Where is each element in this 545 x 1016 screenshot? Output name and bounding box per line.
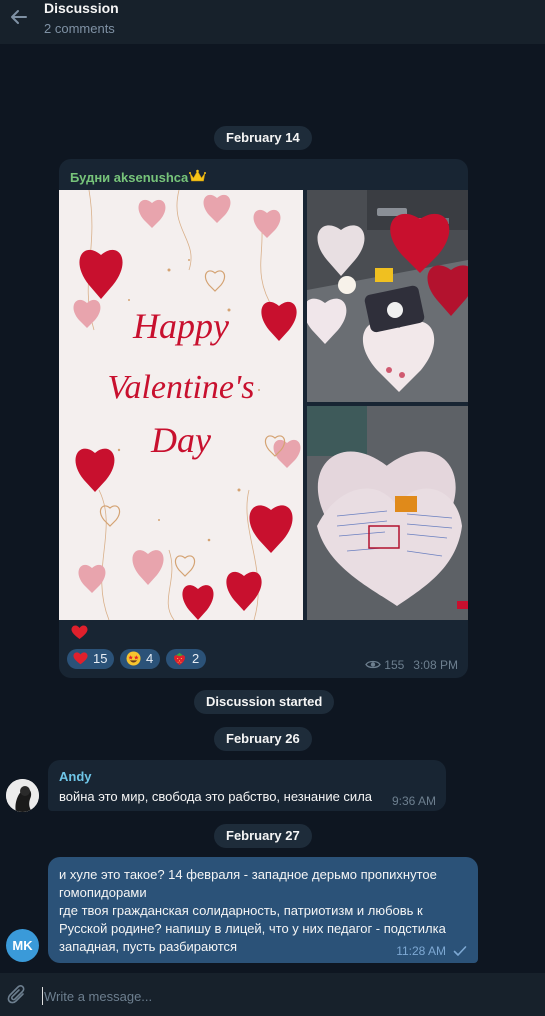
message-input-wrapper bbox=[42, 985, 524, 1007]
crown-emoji-icon bbox=[189, 169, 207, 182]
channel-post: Будни aksenushca Happy Valentine's Day 1… bbox=[59, 159, 468, 678]
message-composer bbox=[0, 973, 545, 1016]
post-meta: 155 3:08 PM bbox=[365, 658, 458, 672]
red-heart-icon bbox=[73, 652, 88, 665]
red-heart-icon bbox=[71, 625, 88, 639]
date-separator-feb27: February 27 bbox=[214, 824, 312, 848]
avatar-mk[interactable]: MK bbox=[6, 929, 39, 962]
message-author[interactable]: Andy bbox=[59, 769, 92, 784]
reaction-star-struck[interactable]: 4 bbox=[120, 649, 161, 669]
channel-name[interactable]: Будни aksenushca bbox=[70, 169, 207, 185]
comment-count: 2 comments bbox=[44, 21, 115, 36]
valentine-card-photo[interactable]: Happy Valentine's Day bbox=[59, 190, 303, 620]
message-text: война это мир, свобода это рабство, незн… bbox=[59, 789, 373, 804]
message-input[interactable] bbox=[42, 985, 524, 1007]
date-separator-feb26: February 26 bbox=[214, 727, 312, 751]
eye-icon bbox=[365, 660, 382, 669]
channel-name-label: Будни aksenushca bbox=[70, 170, 189, 185]
message-time: 11:28 AM bbox=[396, 944, 446, 958]
reaction-heart-count: 15 bbox=[93, 651, 108, 666]
message-line-1: и хуле это такое? 14 февраля - западное … bbox=[59, 867, 437, 882]
date-separator-feb14: February 14 bbox=[214, 126, 312, 150]
back-button[interactable] bbox=[8, 6, 30, 28]
message-outgoing: и хуле это такое? 14 февраля - западное … bbox=[48, 857, 478, 963]
card-text-line-3: Day bbox=[150, 420, 211, 460]
heart-card-photo[interactable] bbox=[307, 406, 468, 620]
card-text-line-2: Valentine's bbox=[107, 369, 254, 406]
message-andy: Andy война это мир, свобода это рабство,… bbox=[48, 760, 446, 811]
check-icon bbox=[453, 946, 467, 956]
paperclip-icon bbox=[7, 985, 25, 1004]
message-line-2: гомопидорами bbox=[59, 885, 147, 900]
chat-header: Discussion 2 comments bbox=[0, 0, 545, 44]
discussion-started-label: Discussion started bbox=[194, 690, 335, 714]
message-time: 9:36 AM bbox=[391, 794, 436, 808]
arrow-left-icon bbox=[11, 10, 27, 24]
attach-button[interactable] bbox=[6, 984, 28, 1006]
message-line-3: где твоя гражданская солидарность, патри… bbox=[59, 903, 423, 918]
avatar-andy-image bbox=[6, 779, 39, 812]
card-text-line-1: Happy bbox=[132, 306, 229, 346]
reaction-strawberry-count: 2 bbox=[192, 651, 200, 666]
reaction-heart[interactable]: 15 bbox=[67, 649, 115, 669]
strawberry-emoji-icon bbox=[174, 652, 185, 666]
text-caret bbox=[42, 987, 43, 1005]
message-line-4: Русской родине? напишу в лицей, что у ни… bbox=[59, 921, 446, 936]
message-text: и хуле это такое? 14 февраля - западное … bbox=[59, 866, 464, 956]
desk-hearts-photo[interactable] bbox=[307, 190, 468, 402]
reaction-star-struck-count: 4 bbox=[146, 651, 154, 666]
avatar-andy[interactable] bbox=[6, 779, 39, 812]
reaction-strawberry[interactable]: 2 bbox=[166, 649, 207, 669]
post-time: 3:08 PM bbox=[413, 658, 458, 672]
star-struck-emoji-icon bbox=[126, 651, 141, 666]
view-count: 155 bbox=[384, 658, 405, 672]
header-title: Discussion bbox=[44, 0, 119, 16]
caption-heart-emoji bbox=[71, 625, 88, 645]
